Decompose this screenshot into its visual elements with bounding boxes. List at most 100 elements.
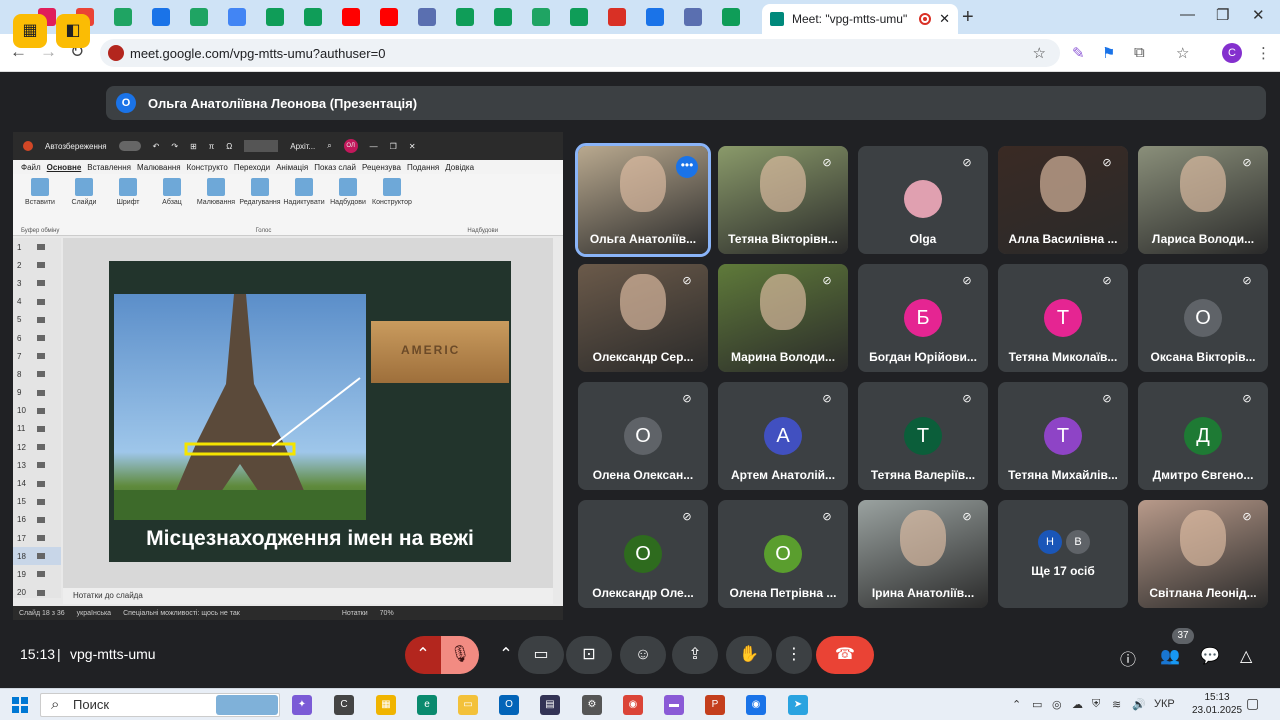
clipchamp-icon[interactable]: ▬: [664, 695, 684, 715]
leave-call-icon[interactable]: ☎: [816, 636, 874, 674]
sheets-icon[interactable]: [722, 8, 740, 26]
ribbon-button[interactable]: Конструктор: [371, 178, 413, 231]
tray-volume-icon[interactable]: 🔊: [1132, 698, 1146, 711]
chrome-icon[interactable]: ◉: [623, 695, 643, 715]
menu-icon[interactable]: ⋮: [1256, 44, 1271, 62]
url-input[interactable]: meet.google.com/vpg-mtts-umu?authuser=0 …: [100, 39, 1060, 67]
sheets-icon[interactable]: [266, 8, 284, 26]
ribbon-button[interactable]: Абзац: [151, 178, 193, 231]
tray-onedrive-icon[interactable]: ☁: [1072, 698, 1083, 711]
emoji-icon[interactable]: ☺: [620, 636, 666, 674]
participant-tile[interactable]: Т ⊘ Тетяна Миколаїв...: [998, 264, 1128, 372]
slide-thumbnail[interactable]: 15: [13, 493, 61, 511]
pp-status-item[interactable]: Нотатки: [342, 610, 368, 617]
font-size-box[interactable]: [244, 140, 279, 152]
participant-tile[interactable]: А ⊘ Артем Анатолій...: [718, 382, 848, 490]
present-screen-icon[interactable]: ⇪: [672, 636, 718, 674]
tray-language[interactable]: УКР: [1154, 698, 1175, 710]
pp-close-icon[interactable]: ✕: [409, 142, 416, 151]
slide-thumbnail[interactable]: 17: [13, 529, 61, 547]
site-icon[interactable]: [684, 8, 702, 26]
translate-icon[interactable]: ⚑: [1102, 44, 1115, 62]
participant-tile[interactable]: ⊘ Світлана Леонід...: [1138, 500, 1268, 608]
ribbon-button[interactable]: Шрифт: [107, 178, 149, 231]
tray-security-icon[interactable]: ⛨: [1092, 698, 1100, 711]
slide-thumbnail[interactable]: 9: [13, 384, 61, 402]
ribbon-button[interactable]: Малювання: [195, 178, 237, 231]
tray-camera-icon[interactable]: ◎: [1052, 698, 1062, 711]
contacts-icon[interactable]: [152, 8, 170, 26]
participant-tile[interactable]: Н В Ще 17 осіб: [998, 500, 1128, 608]
slide-thumbnail[interactable]: 19: [13, 565, 61, 583]
participant-tile[interactable]: ⊘ Ірина Анатоліїв...: [858, 500, 988, 608]
youtube-icon[interactable]: [380, 8, 398, 26]
undo-icon[interactable]: ↶: [153, 142, 160, 151]
explorer-icon[interactable]: ▭: [458, 695, 478, 715]
powerpoint-taskbar-icon[interactable]: P: [705, 695, 725, 715]
tray-clock[interactable]: 15:13 23.01.2025: [1192, 691, 1242, 717]
slide-thumbnail[interactable]: 8: [13, 365, 61, 383]
audio-options-chevron-icon[interactable]: ⌃: [405, 636, 441, 674]
pp-status-item[interactable]: українська: [77, 610, 111, 617]
slide-thumbnail[interactable]: 10: [13, 402, 61, 420]
bookmark-star-icon[interactable]: ☆: [1033, 44, 1046, 62]
site-icon[interactable]: [418, 8, 436, 26]
participant-tile[interactable]: ⊘ Тетяна Вікторівн...: [718, 146, 848, 254]
cmd-icon[interactable]: C: [334, 695, 354, 715]
extensions-icon[interactable]: ⧉: [1134, 44, 1145, 61]
pp-menu-item[interactable]: Вставлення: [87, 163, 131, 172]
edge-icon[interactable]: e: [417, 695, 437, 715]
profile-avatar[interactable]: C: [1222, 43, 1242, 63]
telegram-icon[interactable]: ➤: [788, 695, 808, 715]
sheets-icon[interactable]: [494, 8, 512, 26]
slide-thumbnail[interactable]: 16: [13, 511, 61, 529]
pp-maximize-icon[interactable]: ❐: [390, 142, 397, 151]
pp-menu-item[interactable]: Конструкто: [187, 163, 228, 172]
slide-thumbnail[interactable]: 4: [13, 293, 61, 311]
participant-tile[interactable]: ••• Ольга Анатоліїв...: [575, 143, 711, 257]
tray-chevron-icon[interactable]: ⌃: [1012, 698, 1021, 711]
pp-status-item[interactable]: 70%: [380, 610, 394, 617]
participant-tile[interactable]: Д ⊘ Дмитро Євгено...: [1138, 382, 1268, 490]
layout-icon[interactable]: ◧: [56, 14, 90, 48]
drive-icon[interactable]: [532, 8, 550, 26]
participant-tile[interactable]: Т ⊘ Тетяна Валеріїв...: [858, 382, 988, 490]
new-tab-icon[interactable]: +: [962, 6, 974, 29]
info-icon[interactable]: ⓘ: [1120, 646, 1136, 670]
participant-tile[interactable]: ⊘ Алла Василівна ...: [998, 146, 1128, 254]
search-hint[interactable]: Архіт...: [290, 142, 315, 151]
bookmarks-icon[interactable]: ☆: [1176, 44, 1189, 62]
slide-thumbnail[interactable]: 6: [13, 329, 61, 347]
settings-icon[interactable]: ⚙: [582, 695, 602, 715]
slide-thumbnail[interactable]: 1: [13, 238, 61, 256]
pp-menu-item[interactable]: Файл: [21, 163, 41, 172]
sheets-icon[interactable]: [304, 8, 322, 26]
ribbon-button[interactable]: Надиктувати: [283, 178, 325, 231]
calculator-icon[interactable]: ▤: [540, 695, 560, 715]
participant-tile[interactable]: О ⊘ Оксана Вікторів...: [1138, 264, 1268, 372]
slide-thumbnail[interactable]: 14: [13, 474, 61, 492]
mic-off-icon[interactable]: 🎙: [441, 636, 479, 674]
chat-icon[interactable]: 💬: [1200, 646, 1220, 666]
site-info-icon[interactable]: [108, 45, 124, 61]
pp-menu-item[interactable]: Переходи: [234, 163, 270, 172]
shared-presentation[interactable]: Автозбереження ↶ ↷ ⊞ π Ω Архіт... ⌕ ОЛ —…: [13, 132, 563, 620]
sheets-icon[interactable]: [570, 8, 588, 26]
drive-icon[interactable]: [114, 8, 132, 26]
ribbon-button[interactable]: Слайди: [63, 178, 105, 231]
pp-search-icon[interactable]: ⌕: [327, 141, 331, 151]
slide-notes[interactable]: Нотатки до слайда: [63, 588, 553, 604]
slide-thumbnail[interactable]: 7: [13, 347, 61, 365]
close-tab-icon[interactable]: ✕: [939, 11, 950, 27]
tray-battery-icon[interactable]: ▭: [1032, 698, 1042, 711]
slide-thumbnails[interactable]: 1 2 3 4 5 6 7 8 9 10 11 12 13 14 15 16 17 18 19 20: [13, 238, 61, 598]
pp-menu-item[interactable]: Анімація: [276, 163, 308, 172]
copilot-icon[interactable]: ✦: [292, 695, 312, 715]
participant-tile[interactable]: ⊘ Лариса Володи...: [1138, 146, 1268, 254]
slide-thumbnail[interactable]: 18: [13, 547, 61, 566]
slide-thumbnail[interactable]: 20: [13, 584, 61, 602]
pen-extension-icon[interactable]: ✎: [1072, 44, 1085, 62]
participant-tile[interactable]: Т ⊘ Тетяна Михайлів...: [998, 382, 1128, 490]
captions-icon[interactable]: ⊡: [566, 636, 612, 674]
slide-thumbnail[interactable]: 2: [13, 256, 61, 274]
